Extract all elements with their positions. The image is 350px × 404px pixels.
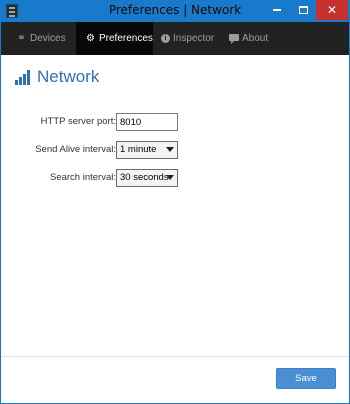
info-icon: i	[161, 34, 170, 43]
maximize-icon	[298, 6, 308, 14]
save-button[interactable]: Save	[276, 368, 336, 389]
search-interval-select[interactable]: 30 seconds	[116, 169, 178, 187]
nav-item-preferences[interactable]: ⚙ Preferences	[76, 22, 153, 55]
gear-icon: ⚙	[86, 33, 95, 44]
send-alive-label: Send Alive interval:	[35, 144, 116, 155]
nav-item-label: About	[242, 33, 269, 44]
search-interval-label: Search interval:	[49, 172, 116, 183]
nav-item-inspector[interactable]: i Inspector	[154, 22, 216, 55]
signal-icon	[15, 69, 33, 85]
title-bar[interactable]: Preferences | Network ✕	[0, 0, 350, 22]
close-icon: ✕	[326, 3, 338, 17]
navbar: ⚭ Devices ⚙ Preferences i Inspector About	[1, 22, 349, 55]
nav-item-devices[interactable]: ⚭ Devices	[16, 22, 74, 55]
page-title: Network	[37, 67, 100, 86]
search-interval-value: 30 seconds	[120, 172, 169, 183]
link-icon: ⚭	[17, 33, 26, 44]
minimize-button[interactable]	[264, 0, 290, 20]
footer-divider	[1, 356, 349, 357]
nav-item-label: Inspector	[173, 33, 215, 44]
send-alive-row: Send Alive interval: 1 minute	[1, 141, 349, 159]
nav-item-label: Preferences	[99, 33, 153, 44]
nav-item-about[interactable]: About	[223, 22, 271, 55]
minimize-icon	[273, 9, 281, 11]
http-port-label: HTTP server port:	[40, 116, 116, 127]
chevron-down-icon	[166, 147, 174, 152]
close-button[interactable]: ✕	[316, 0, 348, 20]
search-interval-row: Search interval: 30 seconds	[1, 169, 349, 187]
app-window: Preferences | Network ✕ ⚭ Devices ⚙ Prefer…	[0, 0, 350, 404]
client-area: ⚭ Devices ⚙ Preferences i Inspector About N…	[1, 22, 349, 403]
nav-item-label: Devices	[30, 33, 66, 44]
send-alive-value: 1 minute	[120, 144, 157, 155]
send-alive-select[interactable]: 1 minute	[116, 141, 178, 159]
chat-icon	[229, 34, 239, 44]
http-port-input[interactable]	[116, 113, 178, 131]
maximize-button[interactable]	[290, 0, 316, 20]
chevron-down-icon	[166, 175, 174, 180]
http-port-row: HTTP server port:	[1, 113, 349, 131]
